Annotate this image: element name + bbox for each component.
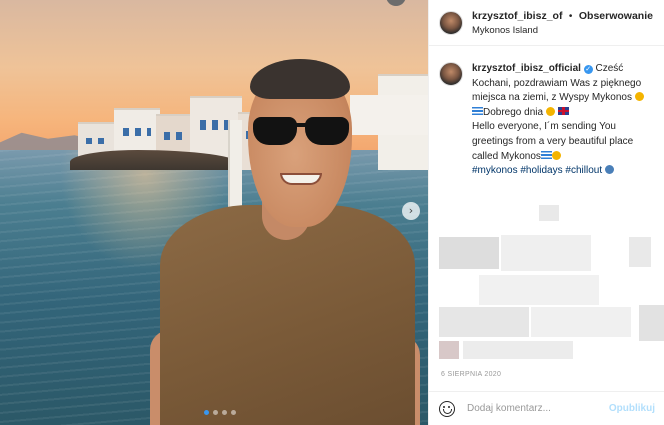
blurred-comments	[439, 195, 664, 365]
author-username[interactable]: krzysztof_ibisz_of	[472, 10, 562, 22]
smile	[280, 173, 322, 185]
hair	[250, 59, 350, 99]
caption: krzysztof_ibisz_official ✓ Cześć Kochani…	[429, 46, 664, 179]
hashtag-link[interactable]: #chillout	[565, 165, 602, 176]
carousel-dot	[231, 410, 236, 415]
publish-button[interactable]: Opublikuj	[609, 403, 655, 414]
carousel-dot	[204, 410, 209, 415]
emoji-icon	[604, 165, 614, 175]
carousel-dot	[213, 410, 218, 415]
carousel-indicator	[204, 410, 236, 415]
caption-username[interactable]: krzysztof_ibisz_official	[472, 63, 581, 74]
sun-emoji-icon	[551, 150, 561, 160]
post-location[interactable]: Mykonos Island	[472, 24, 653, 38]
sun-emoji-icon	[634, 92, 644, 102]
following-button[interactable]: Obserwowanie	[579, 10, 653, 22]
uk-flag-icon	[557, 106, 569, 115]
sunglasses	[253, 117, 349, 147]
verified-badge-icon: ✓	[583, 65, 593, 74]
post-header: krzysztof_ibisz_of • Obserwowanie Mykono…	[429, 0, 664, 46]
post-sidebar: krzysztof_ibisz_of • Obserwowanie Mykono…	[428, 0, 664, 425]
post-photo[interactable]: ›	[0, 0, 428, 425]
separator-dot: •	[568, 10, 573, 22]
hashtag-link[interactable]: #holidays	[520, 165, 562, 176]
hashtag-link[interactable]: #mykonos	[472, 165, 518, 176]
greece-flag-icon	[472, 106, 483, 115]
caption-avatar[interactable]	[439, 62, 463, 86]
greece-flag-icon	[540, 150, 552, 159]
comment-input[interactable]	[467, 403, 609, 414]
avatar[interactable]	[439, 10, 463, 35]
carousel-dot	[222, 410, 227, 415]
caption-text: krzysztof_ibisz_official ✓ Cześć Kochani…	[472, 62, 652, 179]
man-in-sunglasses	[150, 55, 420, 425]
comment-bar: Opublikuj	[429, 391, 664, 425]
smiley-icon[interactable]	[439, 400, 455, 417]
post-date: 6 SIERPNIA 2020	[441, 371, 502, 378]
smile-emoji-icon	[545, 106, 555, 116]
caption-line-2: Dobrego dnia	[483, 106, 544, 118]
chevron-right-icon[interactable]: ›	[402, 202, 420, 220]
